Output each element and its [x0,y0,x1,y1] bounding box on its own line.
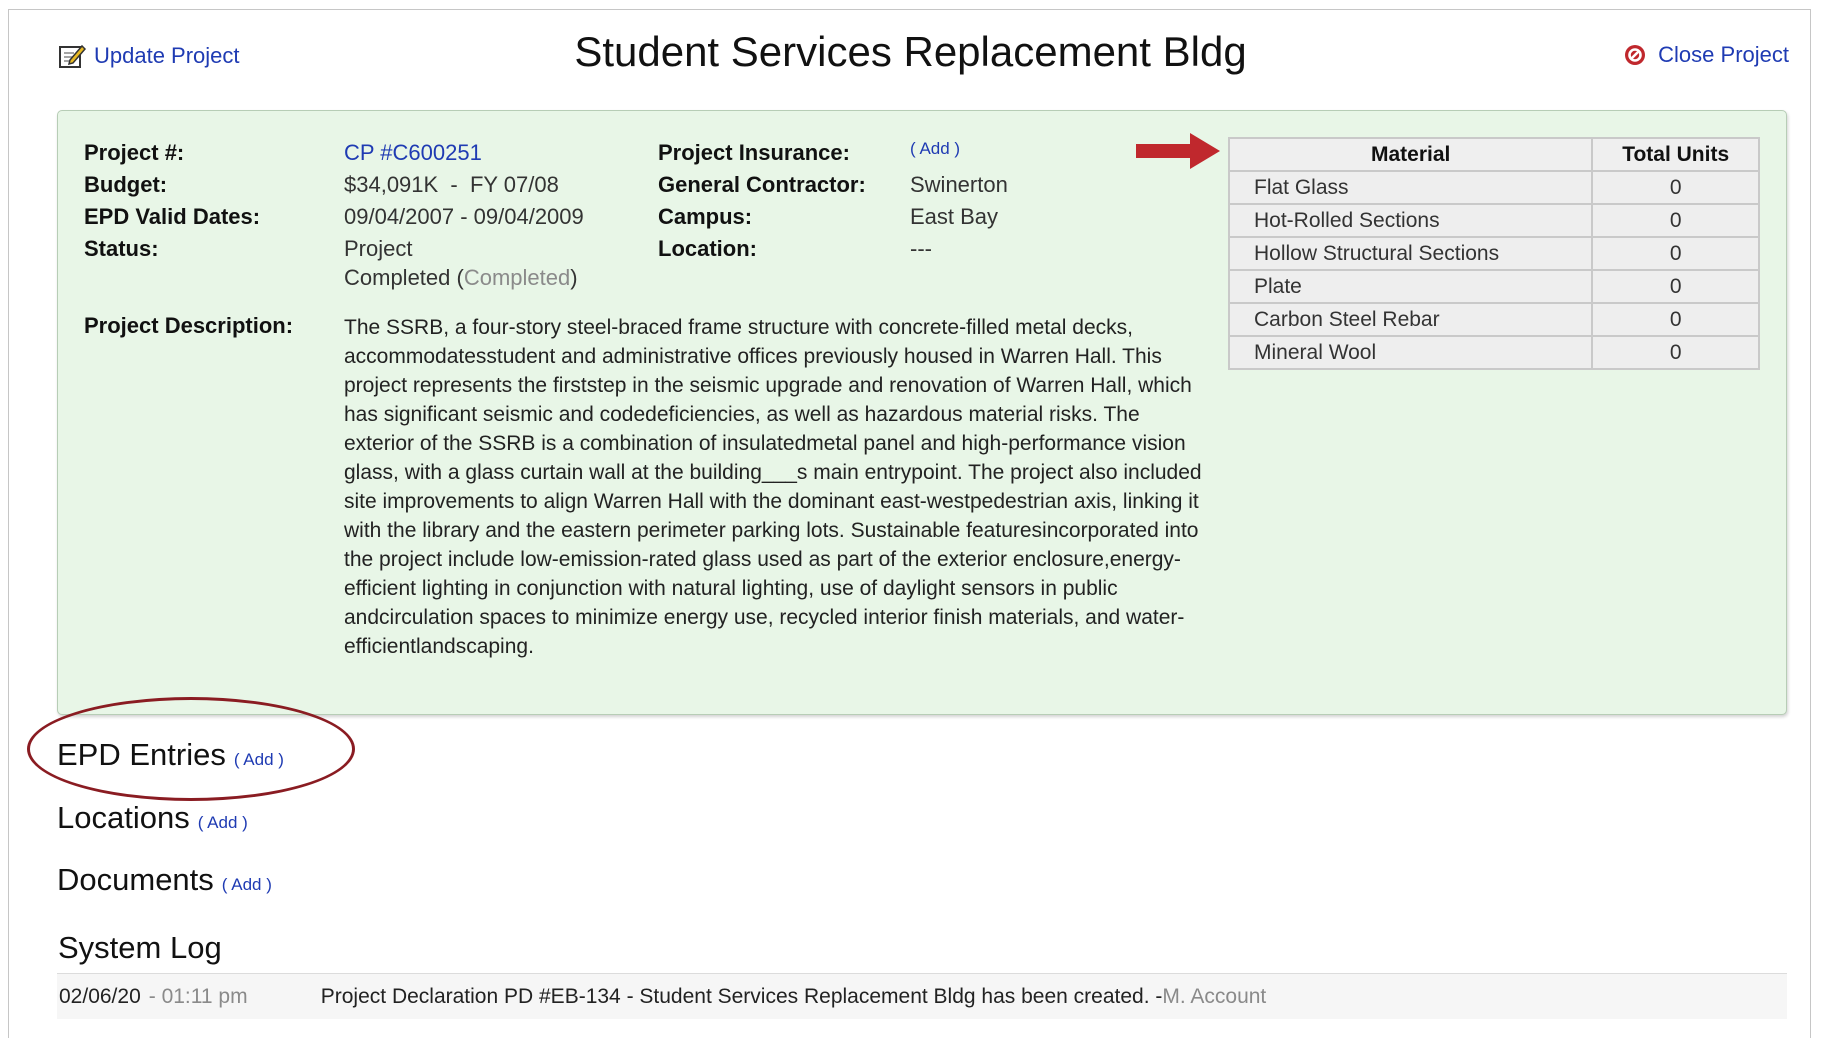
system-log-heading: System Log [58,930,222,965]
materials-header-row: Material Total Units [1227,137,1760,172]
status-text: Completed [344,265,451,290]
material-units: 0 [1591,203,1760,238]
location-value: --- [910,236,932,261]
material-name: Flat Glass [1227,170,1594,205]
campus-label: Campus: [658,204,753,229]
material-units: 0 [1591,236,1760,271]
material-name: Carbon Steel Rebar [1227,302,1594,337]
material-name: Hollow Structural Sections [1227,236,1594,271]
status-paren-open: ( [456,265,464,290]
locations-heading: Locations [57,800,190,835]
epd-dates-label: EPD Valid Dates: [84,204,261,229]
material-column-header: Material [1227,137,1594,172]
insurance-label: Project Insurance: [658,140,850,165]
status-label: Status: [84,236,159,261]
material-name: Plate [1227,269,1594,304]
log-entry: 02/06/20 - 01:11 pm Project Declaration … [57,973,1787,1019]
epd-dates-value: 09/04/2007 - 09/04/2009 [344,204,584,229]
log-user: M. Account [1162,984,1267,1008]
epd-entries-heading: EPD Entries [57,737,226,772]
material-units: 0 [1591,170,1760,205]
budget-value: $34,091K - FY 07/08 [344,172,559,197]
material-units: 0 [1591,335,1760,370]
epd-entries-add-link[interactable]: ( Add ) [234,750,284,770]
materials-table: Material Total Units Flat Glass 0 Hot-Ro… [1227,137,1760,370]
close-project-link[interactable]: Close Project [1624,42,1789,68]
status-paren-close: ) [570,265,578,290]
no-entry-icon [1625,45,1646,65]
budget-label: Budget: [84,172,168,197]
insurance-add-link[interactable]: ( Add ) [910,139,960,159]
documents-heading: Documents [57,862,214,897]
project-details-panel: Project #: CP #C600251 Budget: $34,091K … [57,110,1787,715]
log-date: 02/06/20 [59,984,141,1008]
locations-add-link[interactable]: ( Add ) [198,813,248,833]
table-row: Hot-Rolled Sections 0 [1227,203,1760,238]
table-row: Flat Glass 0 [1227,170,1760,205]
epd-entries-section: EPD Entries ( Add ) [57,737,284,773]
description-label: Project Description: [84,313,294,338]
status-value-line1: Project [344,236,413,261]
page-title: Student Services Replacement Bldg [574,28,1247,75]
red-arrow-icon [1136,133,1220,169]
table-row: Hollow Structural Sections 0 [1227,236,1760,271]
locations-section: Locations ( Add ) [57,800,248,836]
status-value-line2: Completed (Completed) [344,265,578,291]
documents-section: Documents ( Add ) [57,862,272,898]
close-project-label: Close Project [1658,42,1789,67]
contractor-label: General Contractor: [658,172,866,197]
table-row: Plate 0 [1227,269,1760,304]
material-name: Mineral Wool [1227,335,1594,370]
material-units: 0 [1591,302,1760,337]
project-number-label: Project #: [84,140,185,165]
location-label: Location: [658,236,757,261]
material-units: 0 [1591,269,1760,304]
table-row: Mineral Wool 0 [1227,335,1760,370]
documents-add-link[interactable]: ( Add ) [222,875,272,895]
material-name: Hot-Rolled Sections [1227,203,1594,238]
description-text: The SSRB, a four-story steel-braced fram… [344,316,1202,658]
campus-value: East Bay [910,204,999,229]
status-paren-value: Completed [463,265,571,290]
table-row: Carbon Steel Rebar 0 [1227,302,1760,337]
log-time: - 01:11 pm [148,984,248,1008]
total-units-column-header: Total Units [1591,137,1760,172]
log-message: Project Declaration PD #EB-134 - Student… [320,984,1163,1008]
project-number-link[interactable]: CP #C600251 [344,140,482,166]
contractor-value: Swinerton [910,172,1008,197]
